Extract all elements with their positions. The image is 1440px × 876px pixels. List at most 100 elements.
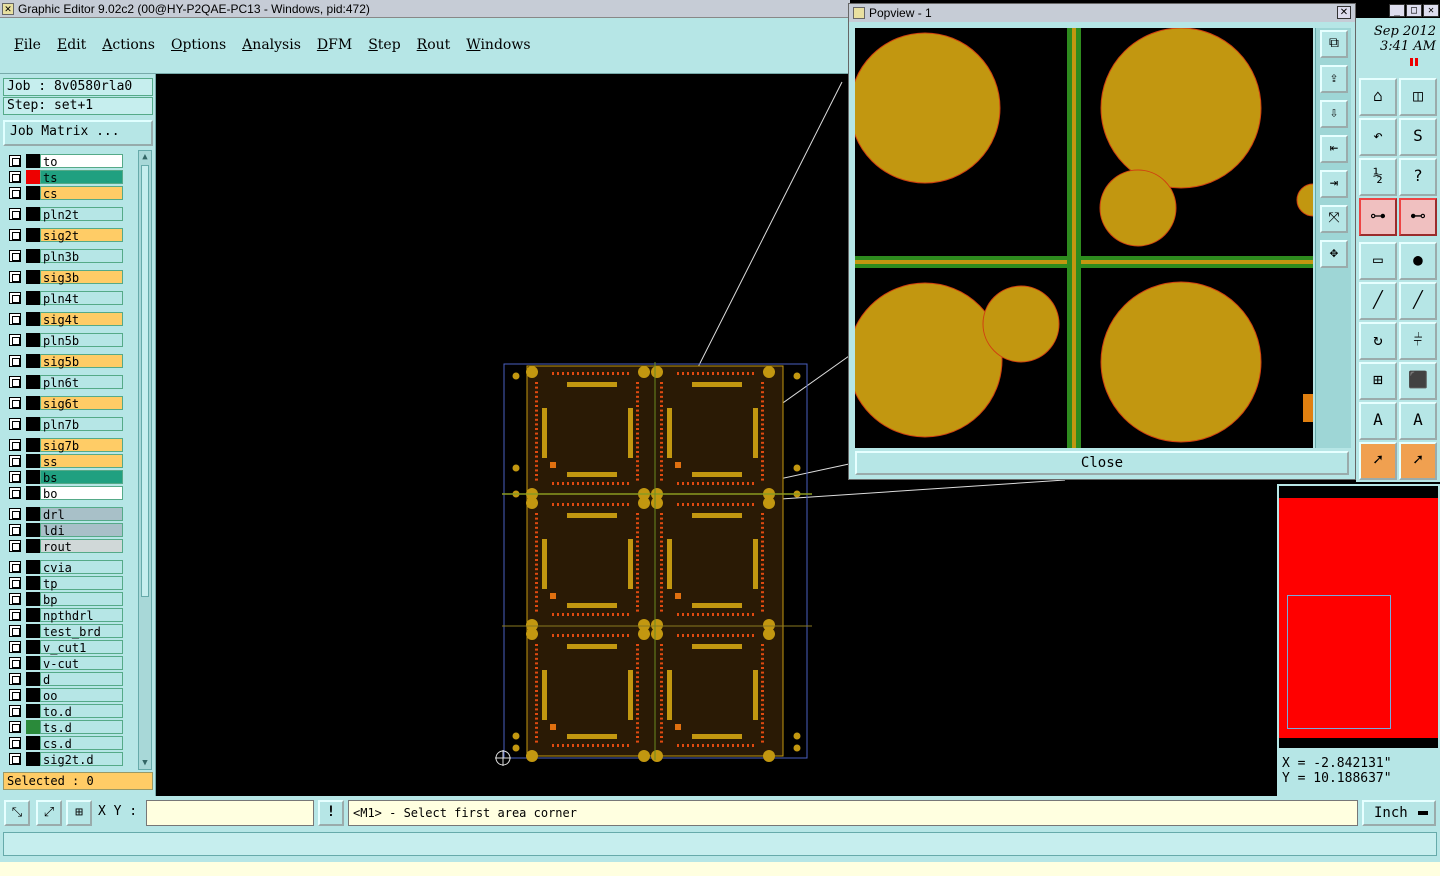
layer-checkbox[interactable]: [9, 689, 21, 701]
layer-name[interactable]: npthdrl: [40, 608, 123, 623]
layer-checkbox[interactable]: [9, 561, 21, 573]
layer-color-swatch[interactable]: [26, 270, 40, 284]
layer-row[interactable]: pln6t: [4, 375, 128, 390]
layer-color-swatch[interactable]: [26, 486, 40, 500]
layer-row[interactable]: to.d: [4, 704, 128, 719]
layer-row[interactable]: to: [4, 154, 128, 169]
layer-color-swatch[interactable]: [26, 396, 40, 410]
layer-row[interactable]: oo: [4, 688, 128, 703]
layer-name[interactable]: oo: [40, 688, 123, 703]
maximize-icon[interactable]: □: [1406, 4, 1422, 17]
text-tool-alt-icon[interactable]: A: [1399, 402, 1437, 440]
menu-edit[interactable]: Edit: [57, 37, 86, 53]
zoom-out-icon[interactable]: ⤢: [36, 800, 62, 826]
layer-name[interactable]: bp: [40, 592, 123, 607]
layer-checkbox[interactable]: [9, 250, 21, 262]
layer-row[interactable]: ts: [4, 170, 128, 185]
layer-name[interactable]: ts: [40, 170, 123, 185]
layer-row[interactable]: sig4t: [4, 312, 128, 327]
ruler-icon[interactable]: ▭: [1359, 242, 1397, 280]
layer-row[interactable]: sig7b: [4, 438, 128, 453]
help-icon[interactable]: ?: [1399, 158, 1437, 196]
scale-one-to-two-icon[interactable]: ½: [1359, 158, 1397, 196]
menu-options[interactable]: Options: [171, 37, 226, 53]
layer-name[interactable]: to: [40, 154, 123, 169]
layer-row[interactable]: sig5b: [4, 354, 128, 369]
minimize-icon[interactable]: _: [1389, 4, 1405, 17]
layer-row[interactable]: pln3b: [4, 249, 128, 264]
layer-color-swatch[interactable]: [26, 560, 40, 574]
layer-color-swatch[interactable]: [26, 752, 40, 766]
layer-row[interactable]: pln7b: [4, 417, 128, 432]
line-tool-icon[interactable]: ╱: [1359, 282, 1397, 320]
layer-color-swatch[interactable]: [26, 375, 40, 389]
layer-color-swatch[interactable]: [26, 688, 40, 702]
layer-checkbox[interactable]: [9, 721, 21, 733]
layer-row[interactable]: drl: [4, 507, 128, 522]
layer-name[interactable]: to.d: [40, 704, 123, 719]
layer-row[interactable]: sig2t.d: [4, 752, 128, 767]
layer-row[interactable]: npthdrl: [4, 608, 128, 623]
popview-tool-3-icon[interactable]: ⇩: [1320, 100, 1348, 128]
layer-name[interactable]: tp: [40, 576, 123, 591]
pad-select-icon[interactable]: ●: [1399, 242, 1437, 280]
layer-checkbox[interactable]: [9, 229, 21, 241]
overview-view-rect[interactable]: [1287, 595, 1391, 729]
layer-checkbox[interactable]: [9, 208, 21, 220]
layer-checkbox[interactable]: [9, 313, 21, 325]
pointer-icon[interactable]: ➚: [1359, 442, 1397, 480]
window-split-icon[interactable]: ◫: [1399, 78, 1437, 116]
menu-analysis[interactable]: Analysis: [242, 37, 301, 53]
layer-checkbox[interactable]: [9, 753, 21, 765]
layer-color-swatch[interactable]: [26, 438, 40, 452]
layer-checkbox[interactable]: [9, 292, 21, 304]
layer-checkbox[interactable]: [9, 524, 21, 536]
layer-name[interactable]: d: [40, 672, 123, 687]
menu-windows[interactable]: Windows: [466, 37, 530, 53]
layer-name[interactable]: cvia: [40, 560, 123, 575]
layer-color-swatch[interactable]: [26, 417, 40, 431]
zoom-area-icon[interactable]: ⤡: [4, 800, 30, 826]
layer-checkbox[interactable]: [9, 355, 21, 367]
layer-row[interactable]: test_brd: [4, 624, 128, 639]
layer-name[interactable]: ldi: [40, 523, 123, 538]
layer-name[interactable]: sig6t: [40, 396, 123, 411]
layer-name[interactable]: cs.d: [40, 736, 123, 751]
layer-checkbox[interactable]: [9, 705, 21, 717]
layer-color-swatch[interactable]: [26, 640, 40, 654]
layer-checkbox[interactable]: [9, 641, 21, 653]
popview-tool-4-icon[interactable]: ⇤: [1320, 135, 1348, 163]
layer-color-swatch[interactable]: [26, 207, 40, 221]
layer-name[interactable]: bo: [40, 486, 123, 501]
layer-row[interactable]: ldi: [4, 523, 128, 538]
layer-checkbox[interactable]: [9, 471, 21, 483]
layer-color-swatch[interactable]: [26, 624, 40, 638]
layer-color-swatch[interactable]: [26, 704, 40, 718]
layer-color-swatch[interactable]: [26, 333, 40, 347]
layer-checkbox[interactable]: [9, 577, 21, 589]
layer-checkbox[interactable]: [9, 397, 21, 409]
layer-row[interactable]: pln4t: [4, 291, 128, 306]
layer-name[interactable]: ss: [40, 454, 123, 469]
layer-checkbox[interactable]: [9, 171, 21, 183]
layer-checkbox[interactable]: [9, 455, 21, 467]
unit-select[interactable]: Inch: [1362, 800, 1436, 826]
layer-name[interactable]: sig7b: [40, 438, 123, 453]
text-tool-icon[interactable]: A: [1359, 402, 1397, 440]
layer-row[interactable]: v-cut: [4, 656, 128, 671]
popview-close-button[interactable]: Close: [855, 451, 1349, 475]
layer-checkbox[interactable]: [9, 487, 21, 499]
layer-color-swatch[interactable]: [26, 592, 40, 606]
layer-row[interactable]: d: [4, 672, 128, 687]
arc-tool-icon[interactable]: ↻: [1359, 322, 1397, 360]
layer-name[interactable]: ts.d: [40, 720, 123, 735]
menu-file[interactable]: File: [14, 37, 41, 53]
layer-row[interactable]: cvia: [4, 560, 128, 575]
warning-icon[interactable]: !: [318, 800, 344, 826]
layer-row[interactable]: bs: [4, 470, 128, 485]
layer-checkbox[interactable]: [9, 376, 21, 388]
layer-checkbox[interactable]: [9, 271, 21, 283]
layer-color-swatch[interactable]: [26, 507, 40, 521]
layer-row[interactable]: bp: [4, 592, 128, 607]
shapes-icon[interactable]: ⬛: [1399, 362, 1437, 400]
